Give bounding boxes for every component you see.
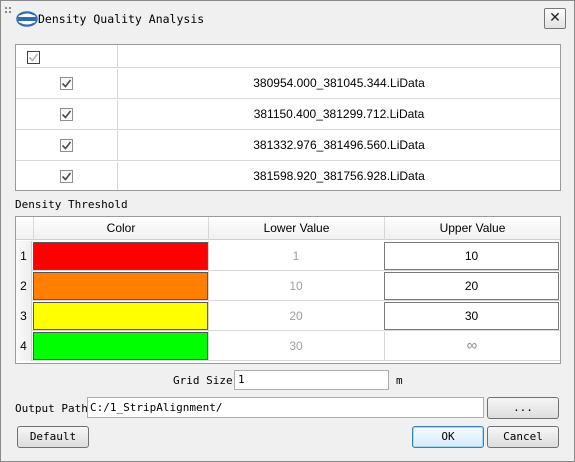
title-bar[interactable]: Density Quality Analysis ✕ — [1, 1, 574, 37]
threshold-row: 3 20 30 — [16, 301, 560, 331]
checkmark-icon — [61, 79, 72, 88]
column-header-lower-value: Lower Value — [208, 217, 384, 240]
ok-button[interactable]: OK — [412, 426, 484, 448]
threshold-row: 4 30 ∞ — [16, 331, 560, 361]
checkmark-icon — [61, 141, 72, 150]
grid-size-input[interactable]: 1 — [234, 370, 389, 390]
default-button[interactable]: Default — [17, 426, 89, 448]
upper-value-input[interactable]: 30 — [384, 302, 559, 330]
density-threshold-table: Color Lower Value Upper Value 1 1 10 2 10 20 3… — [15, 216, 561, 364]
lower-value: 20 — [208, 301, 383, 331]
file-checkbox[interactable] — [60, 108, 73, 121]
row-number: 3 — [16, 301, 32, 331]
lower-value: 1 — [208, 241, 383, 271]
row-number: 1 — [16, 241, 32, 271]
threshold-row: 1 1 10 — [16, 241, 560, 271]
file-checkbox[interactable] — [60, 139, 73, 152]
file-list-header — [16, 45, 560, 68]
checkmark-icon — [28, 53, 39, 62]
row-number: 2 — [16, 271, 32, 301]
column-header-upper-value: Upper Value — [384, 217, 560, 240]
file-name: 381598.920_381756.928.LiData — [253, 169, 425, 183]
color-swatch[interactable] — [33, 242, 208, 270]
row-number: 4 — [16, 331, 32, 361]
close-button[interactable]: ✕ — [544, 8, 566, 29]
close-icon: ✕ — [549, 10, 561, 26]
upper-value-input[interactable]: 20 — [384, 272, 559, 300]
color-swatch[interactable] — [33, 302, 208, 330]
dialog-title: Density Quality Analysis — [38, 12, 205, 26]
app-logo-icon — [16, 11, 38, 27]
row-number-header — [16, 217, 33, 240]
file-checkbox[interactable] — [60, 77, 73, 90]
upper-value: ∞ — [384, 332, 559, 360]
file-name: 381150.400_381299.712.LiData — [253, 107, 425, 121]
threshold-row: 2 10 20 — [16, 271, 560, 301]
upper-value-input[interactable]: 10 — [384, 242, 559, 270]
file-checkbox[interactable] — [60, 170, 73, 183]
lower-value: 30 — [208, 331, 383, 361]
output-path-label: Output Path: — [15, 402, 95, 415]
color-swatch[interactable] — [33, 332, 208, 360]
grid-size-label: Grid Size — [173, 374, 233, 387]
threshold-table-header: Color Lower Value Upper Value — [16, 217, 560, 240]
checkmark-icon — [61, 172, 72, 181]
file-name: 381332.976_381496.560.LiData — [253, 138, 425, 152]
browse-button[interactable]: ... — [487, 397, 559, 419]
file-row[interactable]: 381598.920_381756.928.LiData — [16, 162, 560, 190]
file-list-table: 380954.000_381045.344.LiData 381150.400_3… — [15, 44, 561, 191]
color-swatch[interactable] — [33, 272, 208, 300]
output-path-input[interactable]: C:/1_StripAlignment/ — [87, 397, 484, 418]
file-row[interactable]: 381332.976_381496.560.LiData — [16, 131, 560, 161]
lower-value: 10 — [208, 271, 383, 301]
cancel-button[interactable]: Cancel — [487, 426, 559, 448]
density-threshold-label: Density Threshold — [15, 198, 128, 211]
column-header-color: Color — [33, 217, 208, 240]
file-name: 380954.000_381045.344.LiData — [253, 76, 425, 90]
grid-size-unit: m — [396, 374, 403, 387]
select-all-checkbox[interactable] — [27, 51, 40, 64]
checkmark-icon — [61, 110, 72, 119]
file-row[interactable]: 380954.000_381045.344.LiData — [16, 69, 560, 99]
file-row[interactable]: 381150.400_381299.712.LiData — [16, 100, 560, 130]
density-quality-dialog: Density Quality Analysis ✕ 380954.000_38… — [0, 0, 575, 462]
